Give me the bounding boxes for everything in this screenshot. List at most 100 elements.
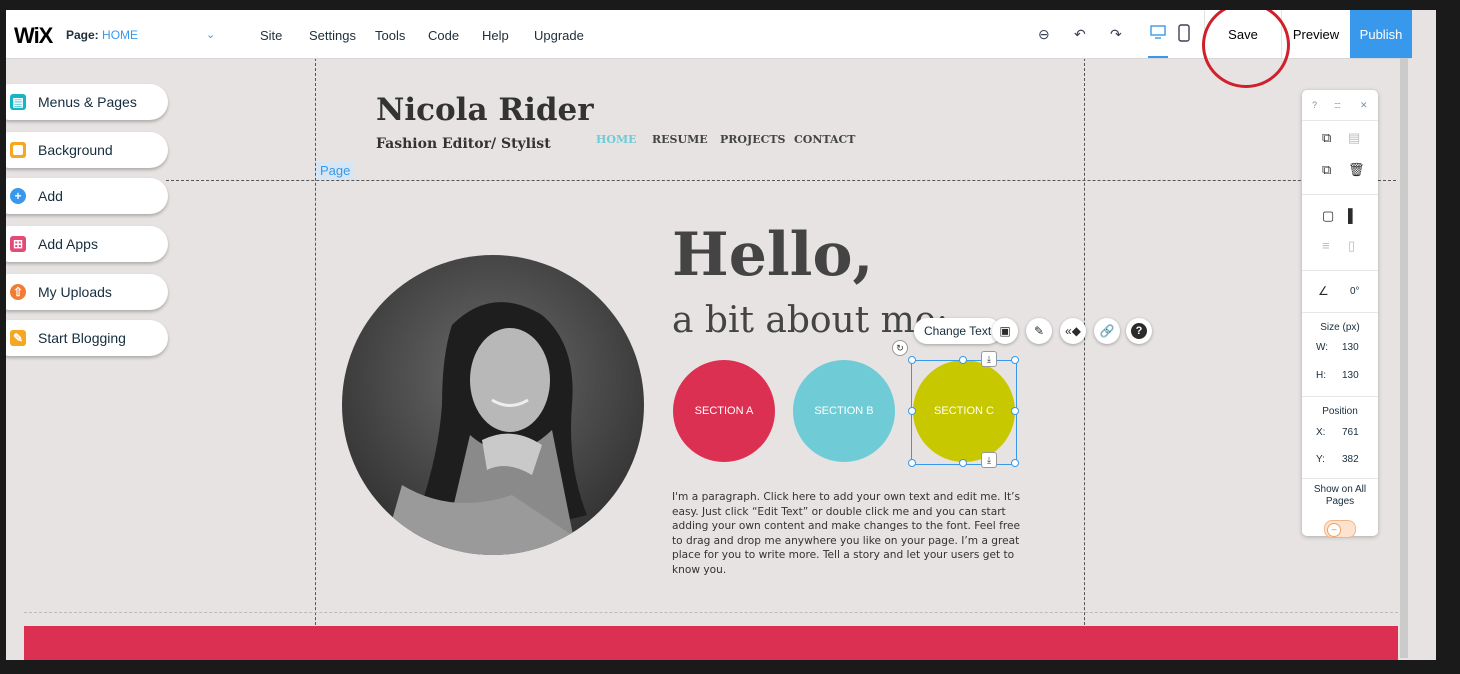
layout-icon[interactable]: ▣ [992, 318, 1018, 344]
stretch-down-icon[interactable]: ⤓ [981, 452, 997, 468]
desktop-view-indicator [1148, 56, 1168, 58]
sidebar-item-label: Menus & Pages [38, 94, 137, 110]
mobile-view-icon[interactable] [1178, 24, 1190, 45]
menu-tools[interactable]: Tools [375, 28, 405, 43]
rotation-value[interactable]: 0° [1350, 286, 1360, 297]
align-icon[interactable]: ▌ [1348, 208, 1357, 223]
editor-topbar: WiX Page: HOME ⌄ Site Settings Tools Cod… [6, 10, 1412, 59]
sidebar-item-label: Add [38, 188, 63, 204]
about-heading[interactable]: a bit about me: [672, 300, 948, 341]
link-icon[interactable]: 🔗 [1094, 318, 1120, 344]
resize-handle[interactable] [1011, 356, 1019, 364]
selection-box [911, 360, 1017, 465]
site-subtitle[interactable]: Fashion Editor/ Stylist [376, 136, 551, 152]
y-value[interactable]: 382 [1342, 454, 1359, 465]
panel-help-icon[interactable]: ? [1312, 100, 1317, 110]
sidebar-item-menus-pages[interactable]: ▤ Menus & Pages [6, 84, 168, 120]
drag-handle-icon[interactable]: :::: [1334, 100, 1341, 110]
preview-button[interactable]: Preview [1282, 10, 1350, 58]
sidebar-item-start-blogging[interactable]: ✎ Start Blogging [6, 320, 168, 356]
desktop-view-icon[interactable] [1150, 24, 1166, 43]
menu-settings[interactable]: Settings [309, 28, 356, 43]
delete-icon[interactable]: 🗑 [1348, 162, 1365, 178]
annotation-circle [1202, 10, 1290, 88]
divider [1302, 270, 1378, 271]
page-selector-value: HOME [102, 28, 139, 42]
divider [1302, 396, 1378, 397]
height-value[interactable]: 130 [1342, 370, 1359, 381]
editor-frame: WiX Page: HOME ⌄ Site Settings Tools Cod… [6, 10, 1436, 660]
match-size-icon: ▯ [1348, 238, 1356, 253]
sidebar-item-background[interactable]: Background [6, 132, 168, 168]
show-on-all-pages-label: Show on All Pages [1313, 484, 1367, 507]
upload-icon: ⇧ [10, 284, 26, 300]
change-text-button[interactable]: Change Text [914, 318, 1002, 344]
resize-handle[interactable] [908, 407, 916, 415]
resize-handle[interactable] [959, 356, 967, 364]
x-label: X: [1316, 427, 1326, 438]
scrollbar[interactable] [1400, 58, 1408, 658]
site-title[interactable]: Nicola Rider [376, 92, 594, 128]
guide-line-right [1084, 58, 1085, 660]
plus-icon: + [10, 188, 26, 204]
profile-photo[interactable] [342, 255, 644, 555]
sidebar-item-label: Background [38, 142, 113, 158]
section-b-button[interactable]: SECTION B [793, 360, 895, 462]
rotate-angle-icon[interactable]: ∠ [1318, 284, 1329, 298]
guide-line-header [166, 180, 1396, 181]
wix-logo: WiX [14, 23, 53, 48]
divider [1302, 312, 1378, 313]
design-brush-icon[interactable]: ✎ [1026, 318, 1052, 344]
nav-projects[interactable]: PROJECTS [720, 133, 785, 146]
size-label: Size (px) [1320, 322, 1360, 333]
nav-resume[interactable]: RESUME [652, 133, 708, 146]
sidebar-item-my-uploads[interactable]: ⇧ My Uploads [6, 274, 168, 310]
show-on-all-pages-toggle[interactable]: – [1324, 520, 1356, 538]
background-icon [10, 142, 26, 158]
resize-handle[interactable] [1011, 407, 1019, 415]
help-icon[interactable]: ? [1126, 318, 1152, 344]
redo-icon[interactable]: ↷ [1110, 26, 1122, 43]
publish-button[interactable]: Publish [1350, 10, 1412, 58]
arrange-icon[interactable]: ▢ [1322, 208, 1334, 224]
guide-line-left [315, 58, 316, 660]
nav-home[interactable]: HOME [596, 133, 637, 146]
divider [1302, 194, 1378, 195]
zoom-out-icon[interactable]: ⊖ [1038, 26, 1050, 43]
pen-icon: ✎ [10, 330, 26, 346]
undo-icon[interactable]: ↶ [1074, 26, 1086, 43]
sidebar-item-add-apps[interactable]: ⊞ Add Apps [6, 226, 168, 262]
copy-icon[interactable]: ⧉ [1322, 130, 1331, 146]
stretch-down-icon[interactable]: ⤓ [981, 351, 997, 367]
section-a-button[interactable]: SECTION A [673, 360, 775, 462]
resize-handle[interactable] [1011, 459, 1019, 467]
height-label: H: [1316, 370, 1326, 381]
chevron-down-icon[interactable]: ⌄ [206, 28, 215, 41]
duplicate-icon[interactable]: ⧉ [1322, 162, 1331, 178]
apps-icon: ⊞ [10, 236, 26, 252]
nav-contact[interactable]: CONTACT [794, 133, 855, 146]
animation-icon[interactable]: «◆ [1060, 318, 1086, 344]
menu-code[interactable]: Code [428, 28, 459, 43]
menu-site[interactable]: Site [260, 28, 282, 43]
pages-icon: ▤ [10, 94, 26, 110]
resize-handle[interactable] [908, 459, 916, 467]
page-selector[interactable]: Page: HOME [66, 28, 138, 42]
width-value[interactable]: 130 [1342, 342, 1359, 353]
position-label: Position [1322, 406, 1358, 417]
y-label: Y: [1316, 454, 1325, 465]
sidebar-item-label: Start Blogging [38, 330, 126, 346]
close-icon[interactable]: ✕ [1360, 100, 1368, 111]
resize-handle[interactable] [908, 356, 916, 364]
page-tag: Page [316, 162, 355, 179]
menu-upgrade[interactable]: Upgrade [534, 28, 584, 43]
rotate-icon[interactable]: ↻ [892, 340, 908, 356]
sidebar-item-add[interactable]: + Add [6, 178, 168, 214]
resize-handle[interactable] [959, 459, 967, 467]
distribute-icon: ≡ [1322, 238, 1330, 253]
paragraph-text[interactable]: I'm a paragraph. Click here to add your … [672, 490, 1022, 577]
x-value[interactable]: 761 [1342, 427, 1359, 438]
guide-line-footer [24, 612, 1398, 613]
hello-heading[interactable]: Hello, [672, 220, 873, 290]
menu-help[interactable]: Help [482, 28, 509, 43]
